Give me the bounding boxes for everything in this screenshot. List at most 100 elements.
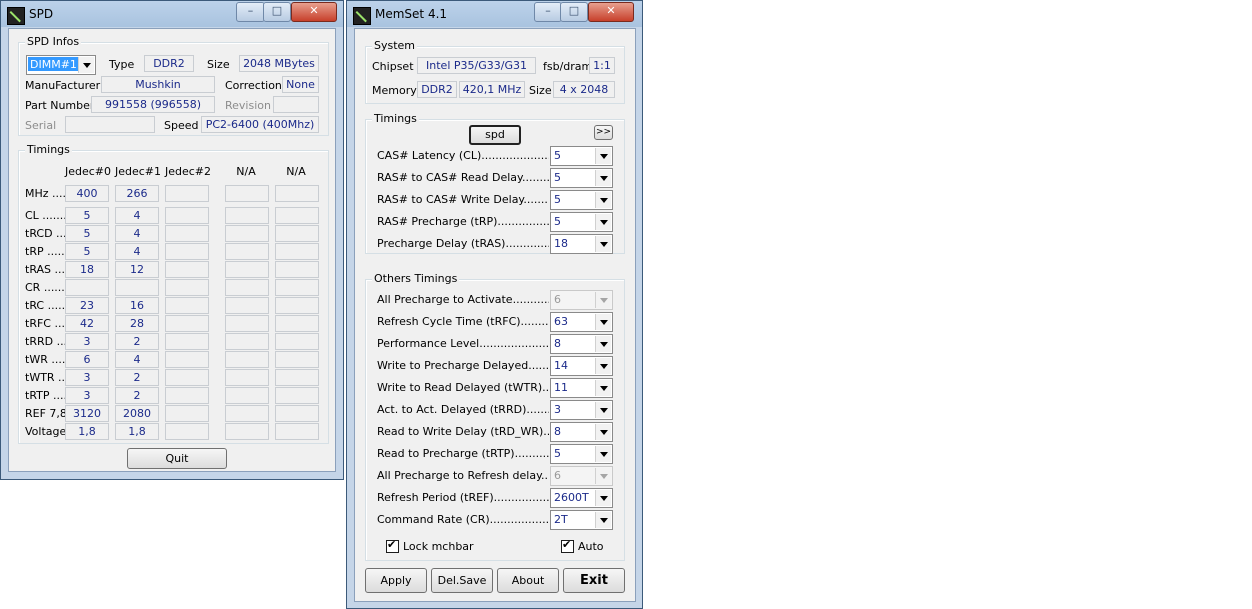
timing-value-cell [225,315,269,332]
timing-label: RAS# to CAS# Write Delay............ [377,193,549,206]
dimm-select[interactable]: DIMM#1 [26,55,96,75]
timing-select[interactable]: 5 [550,190,613,210]
chevron-down-icon [78,57,94,73]
quit-button[interactable]: Quit [127,448,227,469]
maximize-button[interactable]: □ [560,2,588,22]
spd-window: SPD – □ ✕ SPD Infos DIMM#1 Type DDR2 Siz… [0,0,344,480]
timing-value-cell: 16 [115,297,159,314]
timing-value-cell [165,333,209,350]
memory-type-value: DDR2 [417,81,457,98]
timing-value-cell [165,423,209,440]
chevron-down-icon [595,402,611,418]
exit-button[interactable]: Exit [563,568,625,593]
timing-value-cell: 3 [65,387,109,404]
chipset-value: Intel P35/G33/G31 [417,57,536,74]
timing-select[interactable]: 8 [550,422,613,442]
timing-label: CAS# Latency (CL).......................… [377,149,549,162]
chevron-down-icon [595,490,611,506]
maximize-button[interactable]: □ [263,2,291,22]
timing-value-cell: 5 [65,225,109,242]
timing-value-cell [275,225,319,242]
chevron-down-icon [595,446,611,462]
timing-select-value: 5 [554,447,561,460]
timing-value-cell [225,297,269,314]
timing-value-cell [225,243,269,260]
timing-value-cell [225,405,269,422]
revision-label: Revision [225,99,271,112]
expand-button[interactable]: >> [594,125,613,140]
timing-select[interactable]: 5 [550,212,613,232]
timing-column-header: N/A [236,165,256,178]
timing-select[interactable]: 5 [550,146,613,166]
timing-value-cell [275,369,319,386]
timing-value-cell: 2 [115,333,159,350]
timing-value-cell [165,243,209,260]
auto-checkbox[interactable] [561,538,574,553]
timing-select-value: 8 [554,337,561,350]
timing-value-cell: 6 [65,351,109,368]
timing-select[interactable]: 11 [550,378,613,398]
timing-value-cell [225,207,269,224]
timing-select[interactable]: 14 [550,356,613,376]
timing-select-value: 6 [554,293,561,306]
apply-button[interactable]: Apply [365,568,427,593]
close-button[interactable]: ✕ [588,2,634,22]
timing-select[interactable]: 5 [550,168,613,188]
spd-timings-title: Timings [25,143,72,156]
timing-select-value: 2600T [554,491,589,504]
minimize-button[interactable]: – [534,2,562,22]
timing-select-value: 14 [554,359,568,372]
timing-select[interactable]: 2T [550,510,613,530]
timing-value-cell: 4 [115,243,159,260]
timing-select[interactable]: 5 [550,444,613,464]
speed-label: Speed [164,119,199,132]
timing-column-header: Jedec#1 [115,165,162,178]
del-save-button[interactable]: Del.Save [431,568,493,593]
speed-value: PC2-6400 (400Mhz) [201,116,319,133]
timing-select[interactable]: 18 [550,234,613,254]
close-button[interactable]: ✕ [291,2,337,22]
minimize-button[interactable]: – [236,2,265,22]
timing-select-value: 5 [554,193,561,206]
timing-label: All Precharge to Refresh delay.......... [377,469,549,482]
timing-select[interactable]: 3 [550,400,613,420]
timing-value-cell [225,185,269,202]
timing-select-value: 8 [554,425,561,438]
timing-value-cell [275,333,319,350]
chevron-down-icon [595,214,611,230]
timing-value-cell: 1,8 [115,423,159,440]
memset-titlebar[interactable]: MemSet 4.1 – □ ✕ [347,1,642,27]
timing-select[interactable]: 8 [550,334,613,354]
lock-mchbar-checkbox[interactable] [386,538,399,553]
chevron-down-icon [595,148,611,164]
spd-infos-title: SPD Infos [25,35,82,48]
memory-label: Memory [372,84,417,97]
part-number-value: 991558 (996558) [91,96,215,113]
timing-value-cell [275,261,319,278]
about-button[interactable]: About [497,568,559,593]
timing-select-value: 5 [554,149,561,162]
timing-label: RAS# to CAS# Read Delay............. [377,171,549,184]
timing-label: All Precharge to Activate...............… [377,293,549,306]
timing-column-header: Jedec#0 [65,165,112,178]
timing-value-cell: 4 [115,225,159,242]
chevron-down-icon [595,236,611,252]
app-icon [7,7,25,25]
spd-titlebar[interactable]: SPD – □ ✕ [1,1,343,27]
spd-button[interactable]: spd [469,125,521,145]
timing-label: Act. to Act. Delayed (tRRD).............… [377,403,549,416]
chevron-down-icon [595,512,611,528]
chevron-down-icon [595,192,611,208]
memset-window: MemSet 4.1 – □ ✕ System Chipset Intel P3… [346,0,643,609]
chevron-down-icon [595,170,611,186]
timing-select[interactable]: 2600T [550,488,613,508]
timing-select-value: 3 [554,403,561,416]
timing-label: Performance Level.......................… [377,337,549,350]
timing-value-cell [165,387,209,404]
timing-label: Write to Precharge Delayed..............… [377,359,549,372]
manufacturer-label: ManuFacturer [25,79,101,92]
timing-select[interactable]: 63 [550,312,613,332]
timing-value-cell: 2 [115,369,159,386]
timing-value-cell [165,351,209,368]
chevron-down-icon [595,292,611,308]
